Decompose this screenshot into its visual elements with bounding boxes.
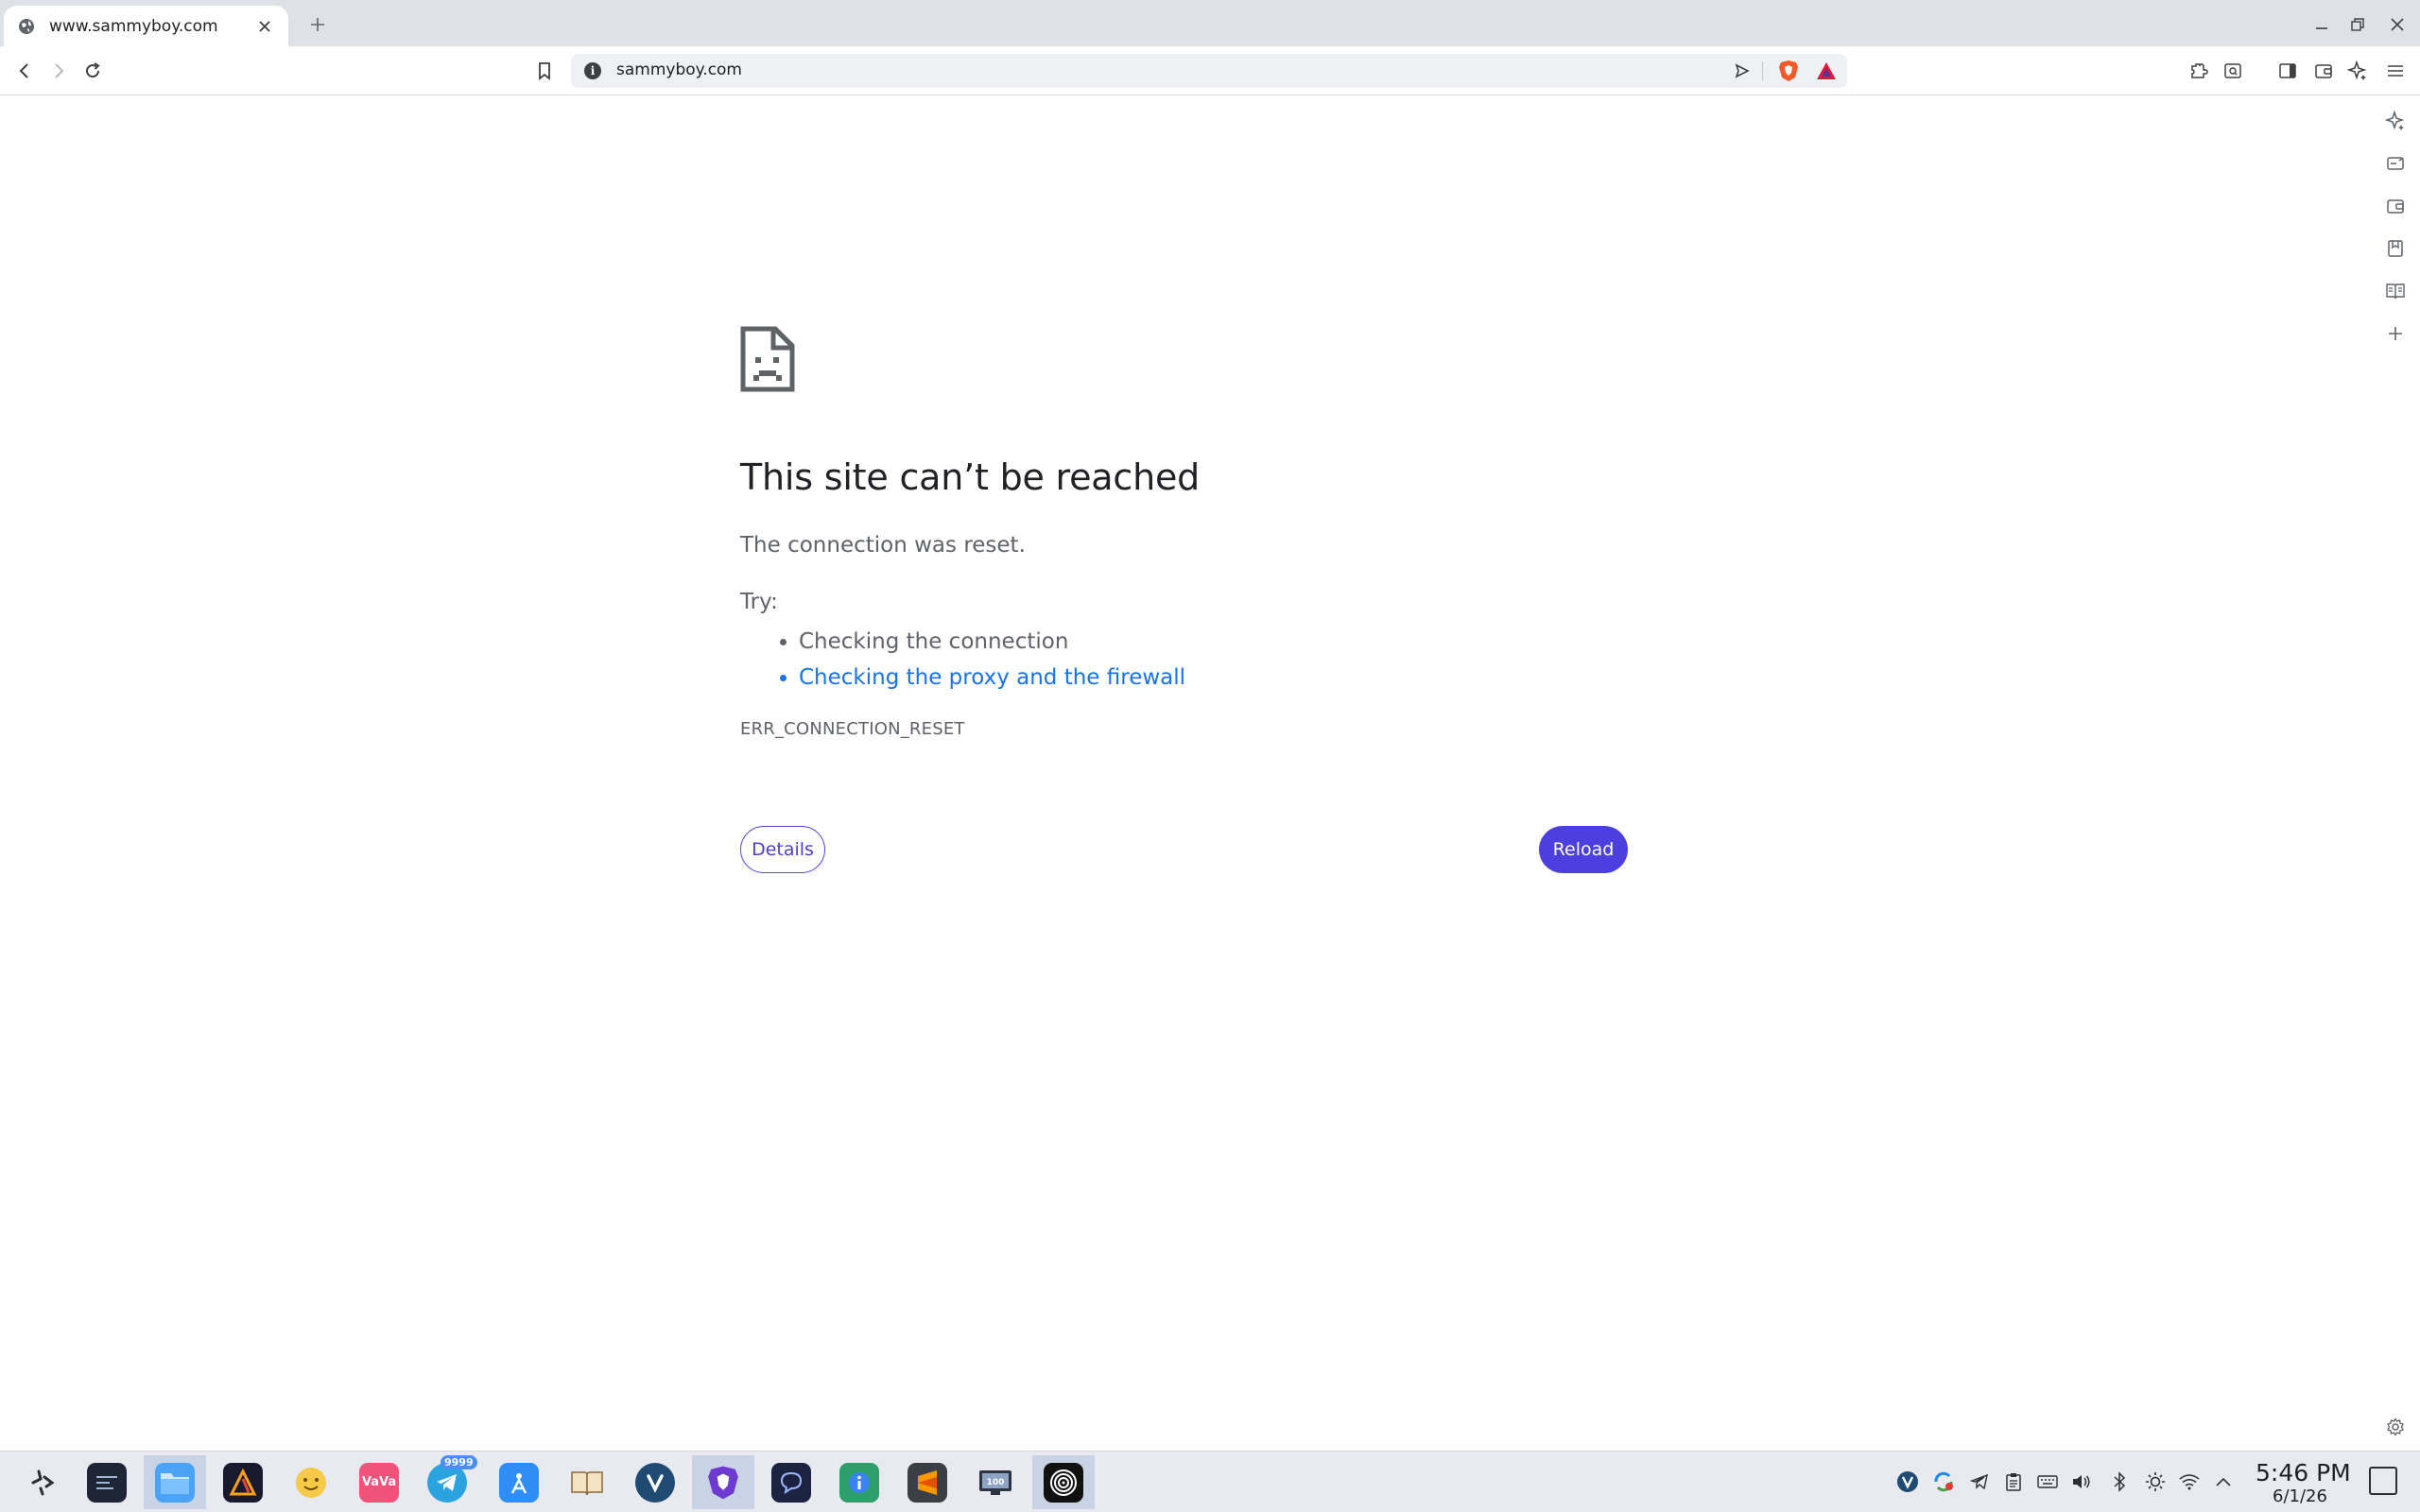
back-button[interactable]: [9, 56, 40, 86]
taskbar-terminal[interactable]: [76, 1455, 138, 1509]
new-tab-button[interactable]: [302, 9, 333, 40]
globe-icon: [17, 17, 36, 36]
side-panel: [2371, 96, 2420, 1452]
error-title: This site can’t be reached: [740, 456, 1201, 498]
taskbar-book[interactable]: [556, 1455, 618, 1509]
taskbar-brave[interactable]: [692, 1455, 754, 1509]
wallet-button[interactable]: [2308, 56, 2339, 86]
brave-shields-icon[interactable]: [1776, 59, 1801, 83]
telegram-tray-icon[interactable]: [1966, 1469, 1993, 1495]
suggestion-check-connection: Checking the connection: [799, 624, 1185, 660]
taskbar-files[interactable]: [144, 1455, 206, 1509]
brightness-tray-icon[interactable]: [2142, 1469, 2169, 1495]
sad-document-icon: [740, 326, 795, 392]
wallet-icon[interactable]: [2382, 193, 2409, 219]
try-label: Try:: [740, 590, 778, 614]
share-icon[interactable]: [1732, 60, 1753, 81]
appstore-icon: [499, 1462, 539, 1503]
toolbar: i sammyboy.com: [0, 46, 2420, 95]
smiley-icon: [291, 1463, 331, 1503]
suggestions-list: Checking the connection Checking the pro…: [799, 624, 1185, 696]
monitor-icon: 100: [976, 1463, 1015, 1503]
taskbar-vava[interactable]: VaVa: [348, 1455, 410, 1509]
taskbar-launcher[interactable]: [11, 1455, 74, 1509]
clipboard-tray-icon[interactable]: [2000, 1469, 2027, 1495]
taskbar-affinity[interactable]: [212, 1455, 274, 1509]
settings-icon[interactable]: [2382, 1414, 2409, 1440]
sublime-icon: [908, 1462, 947, 1503]
show-desktop-button[interactable]: [2369, 1467, 2397, 1495]
bookmark-button[interactable]: [529, 56, 560, 86]
taskbar-appstore[interactable]: [488, 1455, 550, 1509]
divider: [1762, 61, 1763, 80]
tab-search-button[interactable]: [2218, 56, 2248, 86]
vava-icon: VaVa: [359, 1462, 399, 1503]
restore-button[interactable]: [2341, 8, 2375, 42]
tab-sammyboy[interactable]: www.sammyboy.com: [4, 6, 288, 46]
playlist-icon[interactable]: [2382, 150, 2409, 177]
taskbar-chat[interactable]: [760, 1455, 822, 1509]
brave-icon: [703, 1463, 743, 1503]
volume-tray-icon[interactable]: [2068, 1469, 2095, 1495]
site-info-icon[interactable]: i: [584, 62, 601, 79]
vivaldi-icon: [635, 1462, 675, 1503]
reading-list-icon[interactable]: [2382, 278, 2409, 304]
bookmarks-icon[interactable]: [2382, 235, 2409, 262]
tab-title: www.sammyboy.com: [49, 16, 218, 36]
taskbar-vivaldi[interactable]: [624, 1455, 686, 1509]
clock-time[interactable]: 5:46 PM: [2256, 1459, 2351, 1486]
leo-ai-button[interactable]: [2342, 56, 2373, 86]
terminal-icon: [87, 1462, 127, 1503]
url-text[interactable]: sammyboy.com: [616, 60, 742, 79]
taskbar-spiral[interactable]: [1032, 1455, 1095, 1509]
clock-date[interactable]: 6/1/26: [2273, 1486, 2327, 1506]
forward-button[interactable]: [43, 56, 74, 86]
monitor-label: 100: [987, 1478, 1005, 1487]
close-tab-button[interactable]: [254, 16, 275, 37]
chevron-up-icon[interactable]: [2210, 1469, 2237, 1495]
keyboard-tray-icon[interactable]: [2034, 1469, 2061, 1495]
tab-strip: www.sammyboy.com: [0, 0, 2420, 46]
taskbar-emoji[interactable]: [280, 1455, 342, 1509]
vivaldi-tray-icon[interactable]: [1894, 1469, 1921, 1495]
close-window-button[interactable]: [2380, 8, 2414, 42]
taskbar: VaVa 9999 100 5:46 PM 6/1/26: [0, 1451, 2420, 1512]
chat-icon: [771, 1462, 811, 1503]
brave-rewards-icon[interactable]: [1814, 59, 1839, 83]
info-app-icon: [839, 1462, 879, 1503]
taskbar-sublime[interactable]: [896, 1455, 959, 1509]
sidebar-toggle-button[interactable]: [2273, 56, 2303, 86]
taskbar-monitor[interactable]: 100: [964, 1455, 1027, 1509]
error-description: The connection was reset.: [740, 533, 1026, 558]
folder-icon: [155, 1462, 195, 1503]
taskbar-info[interactable]: [828, 1455, 890, 1509]
sync-tray-icon[interactable]: [1930, 1469, 1957, 1495]
bluetooth-tray-icon[interactable]: [2106, 1469, 2133, 1495]
add-icon[interactable]: [2382, 320, 2409, 347]
extensions-button[interactable]: [2184, 56, 2214, 86]
telegram-badge: 9999: [441, 1455, 477, 1469]
spiral-icon: [1044, 1462, 1083, 1503]
error-code: ERR_CONNECTION_RESET: [740, 719, 965, 739]
book-icon: [567, 1463, 607, 1503]
leo-ai-icon[interactable]: [2382, 108, 2409, 134]
affinity-icon: [223, 1462, 263, 1503]
reload-button[interactable]: [78, 56, 108, 86]
minimize-button[interactable]: [2305, 8, 2339, 42]
address-bar[interactable]: i sammyboy.com: [571, 54, 1847, 88]
suggestion-proxy-firewall-link[interactable]: Checking the proxy and the firewall: [799, 660, 1185, 696]
menu-button[interactable]: [2380, 56, 2411, 86]
wifi-tray-icon[interactable]: [2176, 1469, 2203, 1495]
details-button[interactable]: Details: [740, 826, 825, 873]
launcher-icon: [23, 1463, 62, 1503]
reload-page-button[interactable]: Reload: [1539, 826, 1628, 873]
